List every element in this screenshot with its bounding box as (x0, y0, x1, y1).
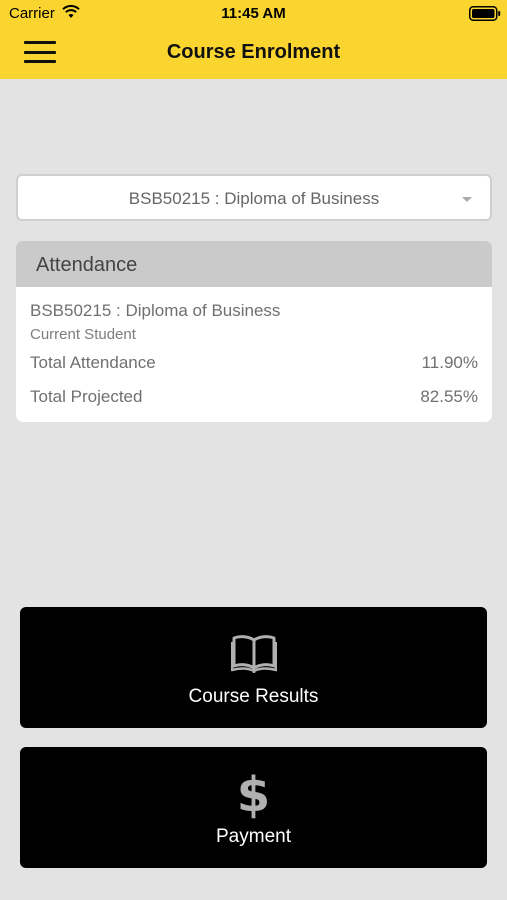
course-results-button[interactable]: Course Results (20, 607, 487, 728)
total-projected-label: Total Projected (30, 387, 143, 406)
status-bar: Carrier 11:45 AM (0, 0, 507, 28)
student-status: Current Student (30, 326, 136, 343)
course-results-label: Course Results (188, 686, 319, 707)
page-title: Course Enrolment (166, 41, 341, 63)
payment-label: Payment (216, 826, 291, 847)
status-time: 11:45 AM (221, 5, 286, 22)
attendance-card-title: Attendance (16, 241, 492, 287)
battery-icon (469, 6, 501, 21)
attendance-course-name: BSB50215 : Diploma of Business (30, 301, 281, 320)
dollar-icon: $ (236, 767, 271, 823)
course-dropdown[interactable]: BSB50215 : Diploma of Business (16, 174, 492, 221)
app-header: Carrier 11:45 AM Course Enrolment (0, 0, 507, 79)
book-icon (230, 635, 277, 673)
chevron-down-icon (462, 197, 472, 202)
total-projected-value: 82.55% (420, 387, 478, 406)
attendance-card: Attendance BSB50215 : Diploma of Busines… (16, 241, 492, 422)
total-attendance-value: 11.90% (421, 353, 478, 372)
total-attendance-label: Total Attendance (30, 353, 156, 372)
payment-button[interactable]: $ Payment (20, 747, 487, 868)
course-dropdown-value: BSB50215 : Diploma of Business (128, 189, 380, 208)
